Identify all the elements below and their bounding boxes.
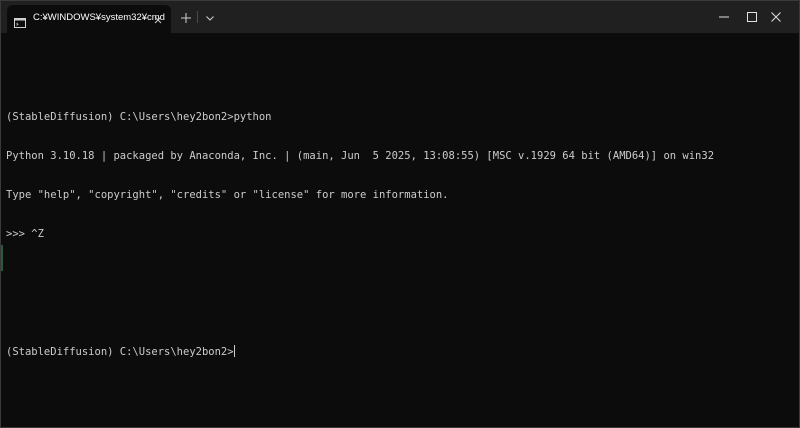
text-cursor	[233, 345, 235, 357]
close-button[interactable]	[752, 1, 798, 33]
tab-cmd[interactable]: C:¥WINDOWS¥system32¥cmd	[7, 5, 171, 33]
console-line: >>> ^Z	[6, 228, 44, 240]
terminal-icon	[14, 13, 26, 28]
console-output[interactable]: (StableDiffusion) C:\Users\hey2bon2>pyth…	[6, 46, 799, 427]
plus-icon[interactable]	[179, 10, 193, 24]
prompt-text: (StableDiffusion) C:\Users\hey2bon2>	[6, 346, 234, 358]
chevron-down-icon[interactable]	[203, 10, 217, 24]
tab-separator	[197, 11, 198, 23]
scroll-mark	[1, 245, 3, 271]
console-line: Type "help", "copyright", "credits" or "…	[6, 189, 449, 201]
console-line: Python 3.10.18 | packaged by Anaconda, I…	[6, 150, 715, 162]
tab-close-icon[interactable]	[152, 11, 164, 24]
tab-title: C:¥WINDOWS¥system32¥cmd	[33, 12, 165, 23]
close-icon	[771, 12, 781, 22]
prompt-line[interactable]: (StableDiffusion) C:\Users\hey2bon2>	[6, 345, 799, 358]
console-line: (StableDiffusion) C:\Users\hey2bon2>pyth…	[6, 111, 272, 123]
terminal-window: C:¥WINDOWS¥system32¥cmd (StableDiffusion…	[0, 0, 800, 428]
title-bar[interactable]: C:¥WINDOWS¥system32¥cmd	[1, 1, 799, 33]
